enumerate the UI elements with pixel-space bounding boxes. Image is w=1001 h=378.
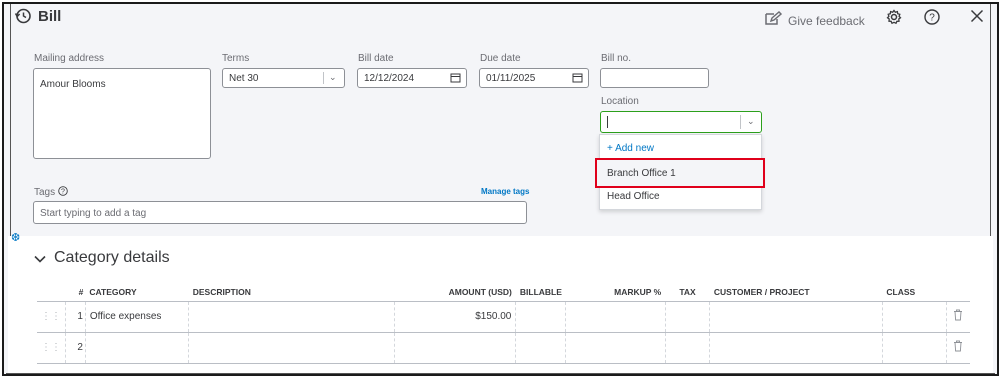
tags-input[interactable]: Start typing to add a tag [33,201,527,224]
close-icon[interactable] [970,9,984,28]
column-markup: MARKUP % [565,284,666,302]
info-icon[interactable]: ? [58,186,68,199]
history-icon[interactable] [14,7,32,25]
bill-no-field[interactable] [600,68,709,88]
row-number: 1 [65,301,86,333]
column-billable: BILLABLE [515,284,566,302]
category-cell[interactable]: Office expenses [85,301,190,333]
location-option-branch-office-1[interactable]: Branch Office 1 [595,158,765,188]
terms-label: Terms [222,53,250,64]
tags-label-group: Tags ? [34,186,68,199]
terms-value: Net 30 [229,73,259,84]
location-divider [740,115,741,129]
bill-date-field[interactable]: 12/12/2024 [357,68,467,88]
chevron-down-icon[interactable] [34,250,46,266]
amount-cell[interactable] [394,332,517,364]
tax-cell[interactable] [665,301,711,333]
bill-no-label: Bill no. [601,53,632,64]
location-option-label: Branch Office 1 [607,168,676,179]
bill-date-value: 12/12/2024 [364,73,415,84]
terms-select[interactable]: Net 30 ⌄ [222,68,345,88]
markup-cell[interactable] [565,332,666,364]
drag-column-header [37,284,66,302]
customer-project-cell[interactable] [709,332,883,364]
amount-cell[interactable]: $150.00 [394,301,517,333]
frame-bottom-border [6,373,995,374]
tags-label: Tags [34,187,56,198]
feedback-icon [764,11,783,30]
text-cursor [607,116,608,128]
chevron-down-icon[interactable]: ⌄ [747,116,755,127]
drag-handle-icon[interactable]: ⋮⋮ [37,332,66,364]
table-row[interactable]: ⋮⋮ 1 Office expenses $150.00 [37,301,970,333]
column-description: DESCRIPTION [188,284,395,302]
mailing-address-label: Mailing address [34,53,105,64]
category-details-header[interactable]: Category details [34,249,170,267]
calendar-icon[interactable] [572,72,583,86]
give-feedback-button[interactable]: Give feedback [764,11,865,30]
location-label: Location [601,96,639,107]
table-header-row: # CATEGORY DESCRIPTION AMOUNT (USD) BILL… [37,284,970,302]
column-number: # [65,284,86,302]
mailing-address-value: Amour Blooms [40,79,106,90]
category-details-title: Category details [54,249,170,266]
column-customer-project: CUSTOMER / PROJECT [709,284,883,302]
due-date-value: 01/11/2025 [486,73,536,84]
chevron-down-icon[interactable]: ⌄ [329,72,337,83]
customer-project-cell[interactable] [709,301,883,333]
calendar-icon[interactable] [450,72,461,86]
due-date-label: Due date [480,53,521,64]
category-cell[interactable] [85,332,190,364]
tax-cell[interactable] [665,332,711,364]
location-select[interactable]: ⌄ [600,111,762,133]
description-cell[interactable] [188,332,396,364]
column-class: CLASS [882,284,946,302]
svg-text:?: ? [61,189,65,196]
tags-placeholder: Start typing to add a tag [40,208,147,219]
manage-tags-link[interactable]: Manage tags [481,187,529,196]
class-cell[interactable] [882,332,947,364]
trash-icon[interactable] [946,332,970,364]
due-date-field[interactable]: 01/11/2025 [479,68,589,88]
terms-divider [323,72,324,84]
svg-text:?: ? [929,13,935,24]
description-cell[interactable] [188,301,396,333]
column-tax: TAX [665,284,710,302]
table-row[interactable]: ⋮⋮ 2 [37,332,970,364]
row-number: 2 [65,332,86,364]
category-table: # CATEGORY DESCRIPTION AMOUNT (USD) BILL… [37,284,970,364]
delete-column-header [946,284,970,302]
trash-icon[interactable] [946,301,970,333]
class-cell[interactable] [882,301,947,333]
location-option-head-office[interactable]: Head Office [600,191,761,202]
header: Bill [14,7,61,25]
help-icon[interactable]: ? [924,9,940,30]
billable-cell[interactable] [515,301,567,333]
page-title: Bill [38,7,62,25]
drag-handle-icon[interactable]: ⋮⋮ [37,301,66,333]
billable-cell[interactable] [515,332,567,364]
column-category: CATEGORY [85,284,189,302]
markup-cell[interactable] [565,301,666,333]
mailing-address-field[interactable]: Amour Blooms [33,68,211,159]
gear-icon[interactable] [886,9,902,30]
column-amount: AMOUNT (USD) [394,284,516,302]
add-new-option[interactable]: + Add new [600,143,761,154]
bill-date-label: Bill date [358,53,394,64]
sparkle-icon[interactable]: ❆ [11,231,20,244]
give-feedback-label: Give feedback [788,13,865,28]
